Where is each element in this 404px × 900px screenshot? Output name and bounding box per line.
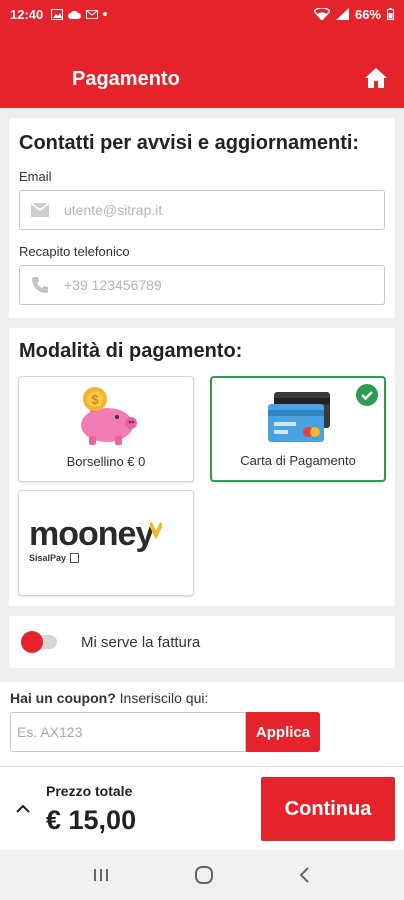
cloud-icon bbox=[68, 10, 82, 19]
price-value: € 15,00 bbox=[46, 805, 137, 835]
status-bar: 12:40 66% bbox=[0, 0, 404, 28]
recent-apps-icon[interactable] bbox=[91, 867, 111, 883]
mooney-sub-text: SisalPay bbox=[29, 553, 67, 563]
check-icon bbox=[356, 384, 378, 406]
phone-label: Recapito telefonico bbox=[19, 244, 130, 259]
price-label: Prezzo totale bbox=[46, 783, 133, 799]
card-label: Carta di Pagamento bbox=[240, 453, 356, 468]
wallet-label: Borsellino € 0 bbox=[66, 454, 146, 469]
invoice-toggle[interactable] bbox=[21, 631, 57, 653]
coupon-placeholder: Es. AX123 bbox=[17, 724, 83, 740]
page-title: Pagamento bbox=[72, 68, 180, 90]
phone-icon bbox=[32, 277, 48, 293]
piggy-bank-icon: $ bbox=[81, 387, 137, 445]
contacts-heading: Contatti per avvisi e aggiornamenti: bbox=[19, 132, 360, 154]
mooney-y-mark bbox=[150, 522, 163, 540]
home-icon[interactable] bbox=[364, 66, 388, 90]
dot-icon bbox=[103, 12, 108, 16]
phone-placeholder: +39 123456789 bbox=[64, 277, 162, 293]
app-header: Pagamento bbox=[0, 28, 404, 108]
battery-icon bbox=[387, 8, 394, 20]
coupon-question-rest: Inseriscilo qui: bbox=[115, 690, 209, 706]
wifi-icon bbox=[313, 8, 330, 20]
mooney-brand-text: mooney bbox=[29, 515, 154, 553]
toggle-knob bbox=[21, 631, 43, 653]
status-time: 12:40 bbox=[10, 6, 44, 22]
battery-level: 66% bbox=[354, 6, 381, 22]
credit-card-icon bbox=[268, 392, 330, 442]
svg-text:$: $ bbox=[91, 392, 99, 407]
gallery-icon bbox=[51, 8, 64, 20]
coupon-question: Hai un coupon? Inseriscilo qui: bbox=[10, 690, 394, 706]
contacts-card: Contatti per avvisi e aggiornamenti: Ema… bbox=[9, 118, 395, 318]
mail-icon bbox=[30, 202, 50, 217]
back-icon[interactable] bbox=[297, 866, 313, 884]
apply-button[interactable]: Applica bbox=[246, 712, 320, 752]
payment-heading: Modalità di pagamento: bbox=[19, 340, 243, 362]
continue-button[interactable]: Continua bbox=[261, 777, 395, 841]
payment-option-wallet[interactable]: $ Borsellino € 0 bbox=[18, 376, 194, 482]
notification-icons bbox=[51, 8, 108, 20]
email-field[interactable]: utente@sitrap.it bbox=[19, 190, 385, 230]
system-nav-bar bbox=[0, 850, 404, 900]
coupon-question-bold: Hai un coupon? bbox=[10, 690, 116, 706]
shield-icon bbox=[70, 553, 80, 563]
phone-field[interactable]: +39 123456789 bbox=[19, 265, 385, 305]
mail-icon bbox=[86, 9, 99, 19]
chevron-up-icon[interactable] bbox=[14, 801, 32, 815]
coupon-section: Hai un coupon? Inseriscilo qui: Es. AX12… bbox=[0, 682, 404, 766]
signal-icon bbox=[335, 8, 349, 20]
email-label: Email bbox=[19, 169, 52, 184]
mooney-logo: mooney SisalPay bbox=[29, 515, 163, 563]
email-placeholder: utente@sitrap.it bbox=[64, 202, 163, 218]
coupon-input[interactable]: Es. AX123 bbox=[10, 712, 246, 752]
home-nav-icon[interactable] bbox=[194, 865, 214, 885]
payment-option-card[interactable]: Carta di Pagamento bbox=[210, 376, 386, 482]
invoice-label: Mi serve la fattura bbox=[81, 633, 201, 651]
checkout-footer: Prezzo totale € 15,00 Continua bbox=[0, 766, 404, 850]
payment-option-mooney[interactable]: mooney SisalPay bbox=[18, 490, 194, 596]
invoice-card: Mi serve la fattura bbox=[9, 616, 395, 668]
payment-card: Modalità di pagamento: $ Borsellino € 0 bbox=[9, 328, 395, 606]
